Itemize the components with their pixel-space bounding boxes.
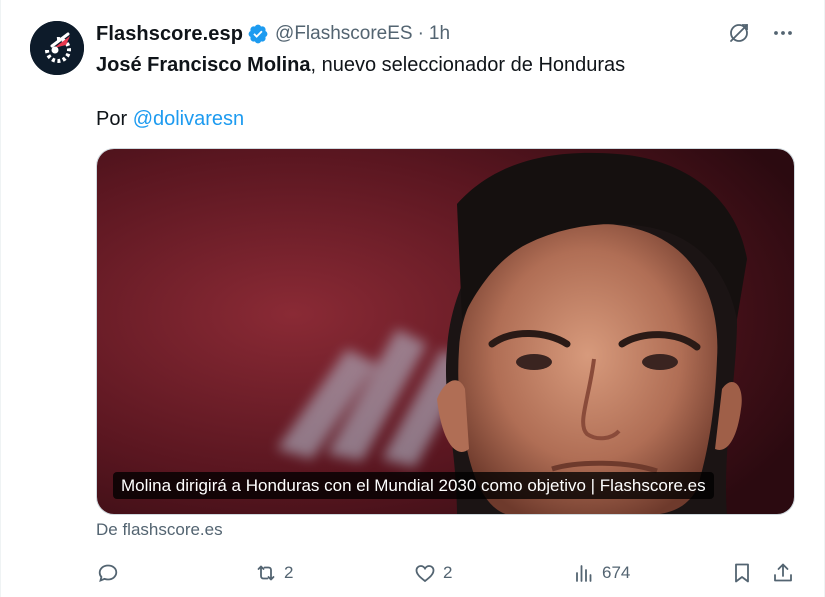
reply-button[interactable] xyxy=(96,558,126,588)
retweet-icon xyxy=(257,565,275,581)
card-source[interactable]: De flashscore.es xyxy=(96,520,223,540)
bookmark-icon xyxy=(735,563,749,583)
grok-icon[interactable] xyxy=(726,20,752,46)
action-bar: 2 2 674 xyxy=(96,558,796,588)
tweet-byline: Por @dolivaresn xyxy=(96,106,244,132)
reply-icon xyxy=(98,564,118,582)
bookmark-button[interactable] xyxy=(730,558,754,588)
top-actions xyxy=(726,20,796,46)
timestamp[interactable]: 1h xyxy=(429,23,450,45)
views-button[interactable]: 674 xyxy=(572,558,630,588)
mention-link[interactable]: @dolivaresn xyxy=(133,108,244,130)
share-button[interactable] xyxy=(771,558,795,588)
author-handle[interactable]: @FlashscoreES xyxy=(275,23,413,45)
retweet-count: 2 xyxy=(284,563,294,582)
tweet-text-rest: , nuevo seleccionador de Honduras xyxy=(310,54,626,76)
link-card[interactable]: Molina dirigirá a Honduras con el Mundia… xyxy=(96,148,795,515)
card-caption: Molina dirigirá a Honduras con el Mundia… xyxy=(113,472,714,499)
heart-icon xyxy=(415,565,435,583)
avatar[interactable] xyxy=(30,21,84,75)
retweet-button[interactable]: 2 xyxy=(254,558,293,588)
views-bar-chart-icon xyxy=(576,565,592,582)
tweet-container[interactable]: Flashscore.esp @FlashscoreES · 1h José F… xyxy=(0,0,825,597)
share-icon xyxy=(774,563,792,582)
views-count: 674 xyxy=(602,563,631,582)
more-icon[interactable] xyxy=(770,20,796,46)
card-image xyxy=(97,149,794,514)
like-button[interactable]: 2 xyxy=(413,558,452,588)
byline-prefix: Por xyxy=(96,108,133,130)
verified-badge-icon xyxy=(247,23,269,45)
display-name[interactable]: Flashscore.esp xyxy=(96,23,243,46)
tweet-header: Flashscore.esp @FlashscoreES · 1h xyxy=(96,21,450,47)
flashscore-logo-icon xyxy=(30,21,84,75)
separator-dot: · xyxy=(417,23,424,44)
like-count: 2 xyxy=(443,563,453,582)
tweet-text-line: José Francisco Molina, nuevo seleccionad… xyxy=(96,52,625,78)
tweet-bold-name: José Francisco Molina xyxy=(96,54,311,76)
